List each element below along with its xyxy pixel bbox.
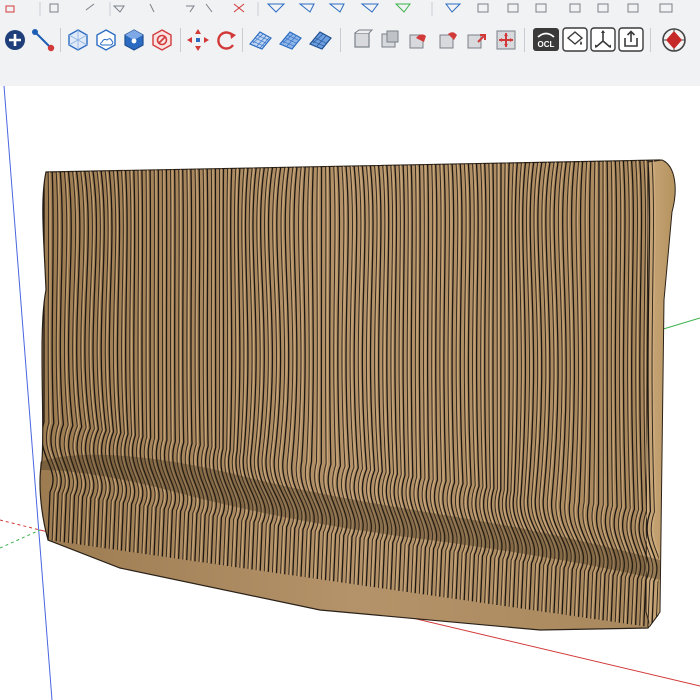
- mesh-grid-icon: [249, 31, 272, 50]
- toolbar-separator: [180, 28, 181, 52]
- x-ray-button[interactable]: [66, 26, 90, 52]
- solid-split-icon: [496, 30, 516, 50]
- red-axis-dashed: [0, 519, 41, 531]
- toolbar-area: OCL: [0, 0, 700, 86]
- solid-union-icon: [409, 34, 426, 49]
- section-plane-button[interactable]: [150, 26, 174, 52]
- back-edges-button[interactable]: [94, 26, 118, 52]
- xray-cube-icon: [68, 29, 88, 51]
- move-arrows-icon: [187, 29, 209, 51]
- sandbox-smoove-button[interactable]: [278, 26, 302, 52]
- rotate-button[interactable]: [214, 26, 238, 52]
- orbit-add-button[interactable]: [3, 26, 27, 52]
- solid-subtract-icon: [439, 32, 457, 49]
- toolbar-separator: [340, 28, 341, 52]
- solid-union-button[interactable]: [406, 26, 430, 52]
- shaded-button[interactable]: [122, 26, 146, 52]
- toolbar-separator: [242, 28, 243, 52]
- tape-measure-button[interactable]: [31, 26, 55, 52]
- sandbox-stamp-button[interactable]: [308, 26, 332, 52]
- model-scene: [0, 86, 700, 700]
- solid-outer-shell-button[interactable]: [350, 26, 374, 52]
- rotate-icon: [217, 31, 236, 50]
- tape-measure-icon: [32, 29, 55, 52]
- main-toolbar: OCL: [0, 22, 700, 58]
- extension-warehouse-button[interactable]: [660, 26, 688, 52]
- mesh-smoove-icon: [279, 31, 302, 50]
- 3d-viewport[interactable]: [0, 86, 700, 700]
- clipped-toolbar-icons: [5, 2, 673, 16]
- paint-bucket-icon: [562, 27, 588, 52]
- mesh-stamp-icon: [309, 31, 332, 50]
- axes-button[interactable]: [590, 26, 616, 52]
- toolbar-separator: [524, 28, 525, 52]
- slatted-bench-model[interactable]: [39, 159, 676, 631]
- back-edges-icon: [96, 29, 116, 51]
- globe-warehouse-icon: [662, 28, 686, 52]
- ocl-badge-label: OCL: [538, 40, 555, 49]
- ocl-icon: OCL: [533, 28, 559, 51]
- solid-box-icon: [354, 29, 374, 48]
- sandbox-from-contours-button[interactable]: [248, 26, 272, 52]
- green-axis-dashed: [0, 529, 41, 549]
- solid-split-button[interactable]: [494, 26, 518, 52]
- opencutlist-button[interactable]: OCL: [532, 26, 560, 52]
- shaded-cube-icon: [124, 29, 144, 51]
- solid-trim-icon: [467, 34, 486, 49]
- solid-intersect-icon: [381, 30, 399, 48]
- toolbar-separator: [60, 28, 61, 52]
- toolbar-separator: [650, 28, 651, 52]
- export-button[interactable]: [618, 26, 644, 52]
- solid-subtract-button[interactable]: [436, 26, 460, 52]
- axes-icon: [590, 27, 616, 52]
- toolbar-top-row-clipped: [0, 0, 700, 20]
- plus-circle-icon: [5, 30, 25, 50]
- share-export-icon: [618, 27, 644, 52]
- paint-bucket-button[interactable]: [562, 26, 588, 52]
- no-entry-icon: [152, 29, 172, 51]
- green-axis-line: [659, 317, 700, 331]
- solid-intersect-button[interactable]: [378, 26, 402, 52]
- move-button[interactable]: [186, 26, 210, 52]
- solid-trim-button[interactable]: [464, 26, 488, 52]
